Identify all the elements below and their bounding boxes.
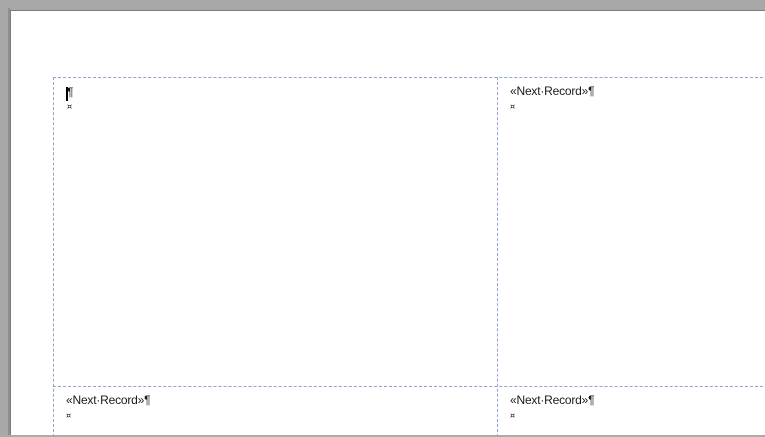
label-cell[interactable]: «Next·Record»¶ ¤ — [498, 387, 765, 437]
next-record-field: «Next·Record»¶ — [510, 393, 595, 407]
label-cell[interactable]: «Next·Record»¶ ¤ — [54, 387, 497, 437]
label-cell[interactable]: ¶ ¤ — [54, 78, 497, 386]
cell-end-mark: ¤ — [510, 102, 516, 111]
next-record-field: «Next·Record»¶ — [66, 393, 151, 407]
label-cell[interactable]: «Next·Record»¶ ¤ — [498, 78, 765, 386]
cell-end-mark: ¤ — [66, 411, 72, 420]
document-workspace: ¶ ¤ «Next·Record»¶ ¤ «Next·Record»¶ ¤ «N… — [0, 0, 765, 437]
labels-table: ¶ ¤ «Next·Record»¶ ¤ «Next·Record»¶ ¤ «N… — [53, 77, 765, 437]
cell-end-mark: ¤ — [510, 411, 516, 420]
next-record-field: «Next·Record»¶ — [510, 84, 595, 98]
document-page[interactable]: ¶ ¤ «Next·Record»¶ ¤ «Next·Record»¶ ¤ «N… — [10, 10, 765, 437]
paragraph-mark: ¶ — [67, 85, 74, 99]
cell-end-mark: ¤ — [67, 102, 73, 111]
